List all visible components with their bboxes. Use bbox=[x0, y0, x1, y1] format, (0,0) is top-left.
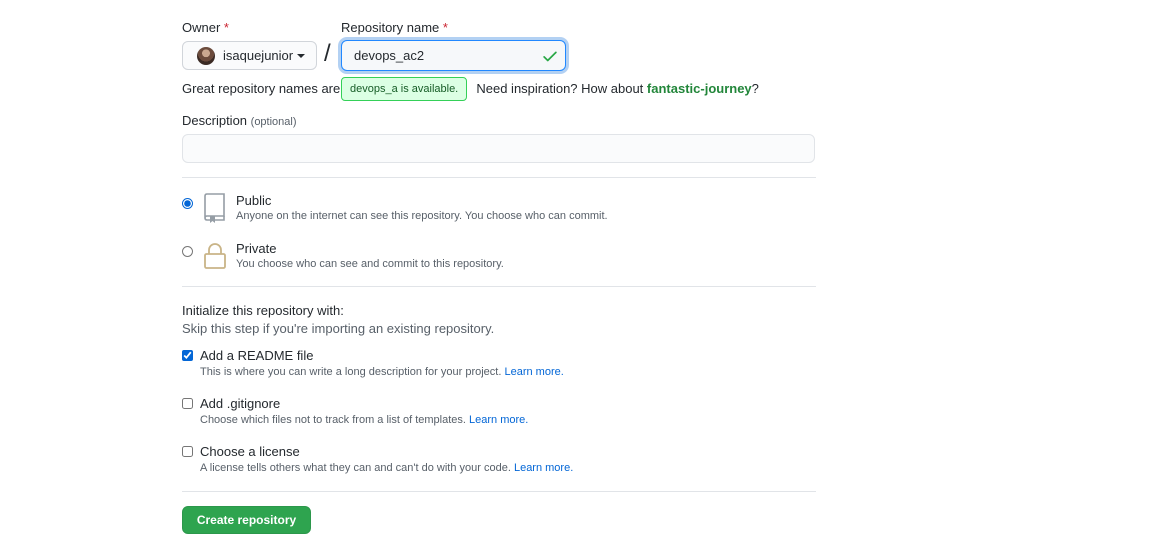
readme-note-text: This is where you can write a long descr… bbox=[200, 366, 502, 378]
owner-label: Owner * bbox=[182, 20, 229, 35]
private-title: Private bbox=[236, 241, 277, 256]
divider bbox=[182, 491, 816, 492]
license-checkbox[interactable] bbox=[182, 446, 193, 457]
gitignore-note: Choose which files not to track from a l… bbox=[200, 414, 528, 426]
lock-icon bbox=[204, 243, 226, 269]
owner-username: isaquejunior bbox=[223, 48, 294, 63]
description-label: Description (optional) bbox=[182, 113, 297, 128]
hint-suffix: ? bbox=[751, 81, 759, 96]
repo-icon bbox=[204, 193, 225, 223]
divider bbox=[182, 286, 816, 287]
gitignore-note-text: Choose which files not to track from a l… bbox=[200, 414, 466, 426]
owner-label-text: Owner bbox=[182, 20, 221, 35]
chevron-down-icon bbox=[297, 54, 306, 58]
check-icon bbox=[543, 51, 557, 62]
divider bbox=[182, 177, 816, 178]
license-title: Choose a license bbox=[200, 444, 300, 459]
initialize-subheading: Skip this step if you're importing an ex… bbox=[182, 321, 495, 336]
readme-title: Add a README file bbox=[200, 348, 314, 363]
gitignore-checkbox[interactable] bbox=[182, 398, 193, 409]
private-note: You choose who can see and commit to thi… bbox=[236, 258, 504, 270]
repository-name-label: Repository name * bbox=[341, 20, 448, 35]
readme-learn-more-link[interactable]: Learn more. bbox=[504, 366, 563, 378]
public-title: Public bbox=[236, 193, 272, 208]
owner-dropdown[interactable]: isaquejunior bbox=[182, 41, 317, 70]
description-label-text: Description bbox=[182, 113, 248, 128]
owner-repo-separator: / bbox=[324, 40, 331, 67]
private-radio[interactable] bbox=[182, 246, 193, 257]
description-input[interactable] bbox=[182, 134, 815, 163]
repository-name-label-text: Repository name bbox=[341, 20, 440, 35]
availability-tooltip: devops_a is available. bbox=[341, 77, 468, 101]
avatar bbox=[197, 46, 215, 65]
public-note: Anyone on the internet can see this repo… bbox=[236, 210, 608, 222]
initialize-heading: Initialize this repository with: bbox=[182, 303, 344, 318]
hint-prefix: Great repository names are s bbox=[182, 81, 351, 96]
repository-name-hint: Great repository names are s Need inspira… bbox=[182, 81, 759, 96]
optional-tag: (optional) bbox=[250, 116, 297, 128]
gitignore-title: Add .gitignore bbox=[200, 396, 281, 411]
readme-checkbox[interactable] bbox=[182, 350, 193, 361]
name-suggestion[interactable]: fantastic-journey bbox=[647, 81, 752, 96]
license-learn-more-link[interactable]: Learn more. bbox=[514, 462, 573, 474]
required-mark: * bbox=[442, 20, 448, 35]
readme-note: This is where you can write a long descr… bbox=[200, 366, 564, 378]
gitignore-learn-more-link[interactable]: Learn more. bbox=[469, 414, 528, 426]
public-radio[interactable] bbox=[182, 198, 193, 209]
license-note: A license tells others what they can and… bbox=[200, 462, 573, 474]
create-repository-button[interactable]: Create repository bbox=[182, 506, 311, 534]
repository-name-input[interactable] bbox=[341, 40, 566, 71]
required-mark: * bbox=[223, 20, 229, 35]
license-note-text: A license tells others what they can and… bbox=[200, 462, 511, 474]
hint-middle: Need inspiration? How about bbox=[476, 81, 644, 96]
